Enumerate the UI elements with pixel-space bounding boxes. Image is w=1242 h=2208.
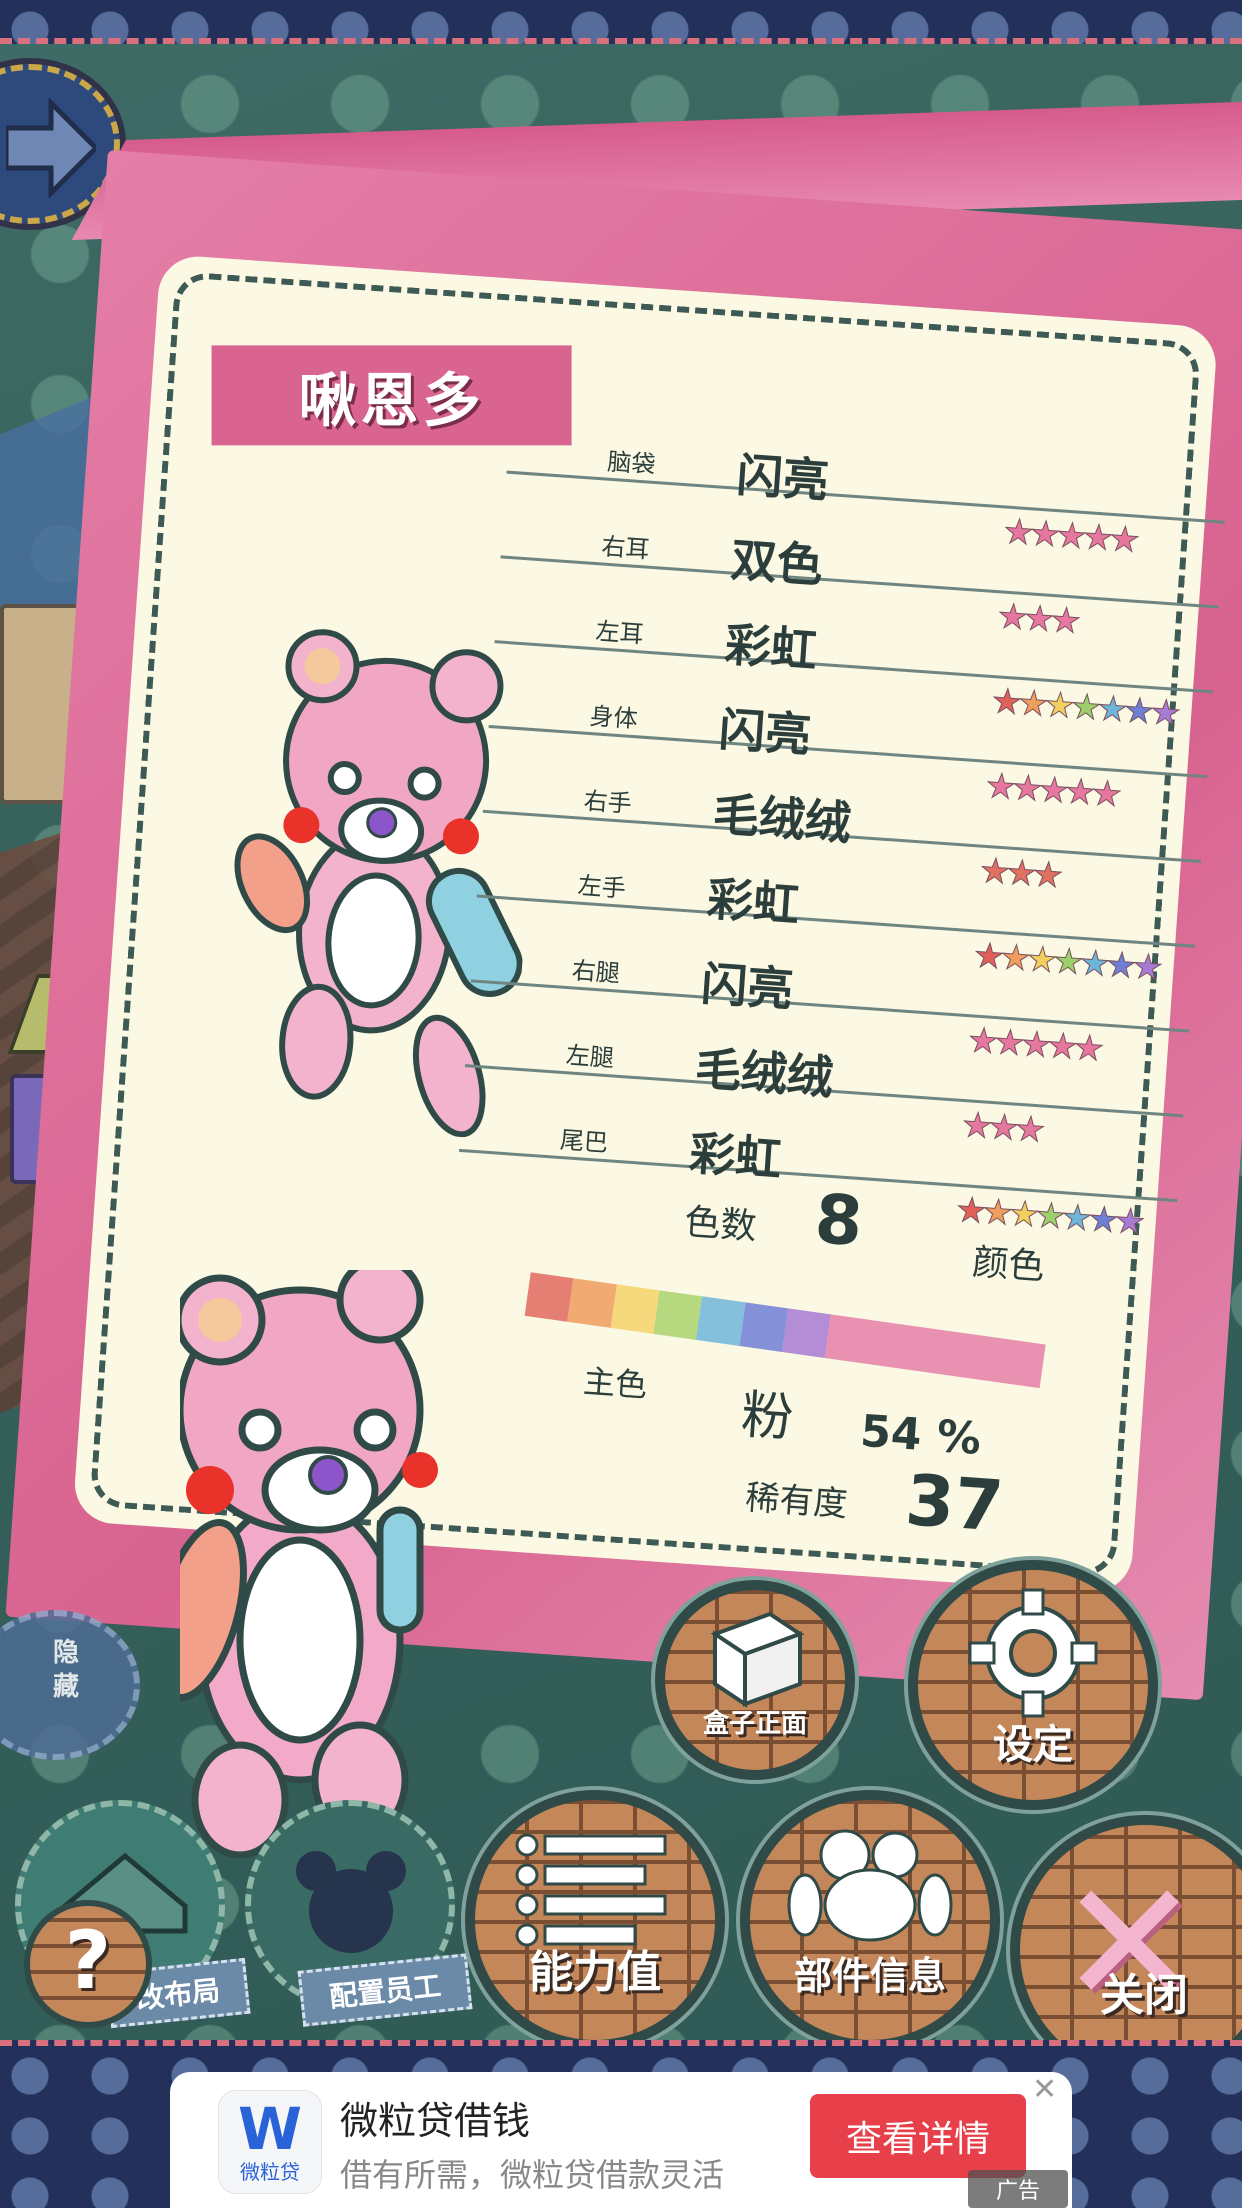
- list-icon: [515, 1833, 667, 1947]
- arrow-right-icon: [6, 98, 96, 198]
- parts-info-label: 部件信息: [793, 1954, 946, 1998]
- part-name: 左腿: [564, 1041, 615, 1073]
- hide-label: 隐藏: [52, 1638, 79, 1702]
- box-front-button[interactable]: 盒子正面: [655, 1580, 855, 1780]
- main-color-label: 主色: [581, 1362, 649, 1405]
- part-value: 彩虹: [723, 617, 819, 678]
- leader-line: [470, 979, 1190, 1033]
- top-border: [0, 0, 1242, 44]
- ad-logo-text: 微粒贷: [240, 2160, 300, 2184]
- leader-line: [488, 724, 1208, 779]
- part-value: 双色: [729, 532, 825, 593]
- ad-title: 微粒贷借钱: [340, 2099, 531, 2143]
- leader-line: [506, 470, 1225, 524]
- part-name: 右耳: [600, 532, 651, 564]
- leader-line: [500, 555, 1219, 609]
- leader-line: [494, 640, 1213, 694]
- staff-bear-icon: [296, 1851, 406, 1953]
- gear-icon: [968, 1588, 1098, 1718]
- character-name: 啾恩多: [211, 345, 572, 446]
- parts-info-button[interactable]: 部件信息: [740, 1790, 1000, 2050]
- settings-label: 设定: [993, 1722, 1073, 1768]
- rarity-value: 37: [902, 1459, 1006, 1548]
- bear-character-icon: [180, 1270, 438, 1859]
- main-color-value: 粉: [739, 1385, 796, 1449]
- part-name: 左手: [576, 871, 627, 903]
- parts-list: 脑袋 闪亮 ★★★★★ 右耳 双色 ★★★ 左耳 彩虹 ★★★★★★★ 身体 闪…: [458, 436, 1228, 1243]
- ad-close-icon[interactable]: ✕: [1032, 2072, 1057, 2107]
- part-name: 脑袋: [606, 447, 657, 479]
- color-section: 色数 8 颜色 主色 粉 54 % 稀有度 37: [516, 1180, 1155, 1548]
- box-front-label: 盒子正面: [702, 1709, 807, 1739]
- box-icon: [710, 1611, 805, 1708]
- close-label: 关闭: [1100, 1970, 1188, 2021]
- part-name: 右腿: [570, 956, 621, 988]
- color-count-label: 色数: [683, 1201, 758, 1248]
- ad-logo: W 微粒贷: [218, 2090, 322, 2194]
- part-value: 毛绒绒: [693, 1041, 835, 1105]
- part-value: 闪亮: [717, 702, 813, 763]
- part-value: 毛绒绒: [711, 786, 853, 851]
- part-name: 右手: [582, 786, 633, 819]
- ad-banner[interactable]: W 微粒贷 微粒贷借钱 借有所需，微粒贷借款灵活 查看详情 ✕: [170, 2072, 1072, 2208]
- rarity-label: 稀有度: [744, 1477, 849, 1525]
- part-name: 尾巴: [559, 1125, 609, 1158]
- stats-button[interactable]: 能力值: [465, 1790, 725, 2050]
- part-name: 左耳: [594, 617, 645, 649]
- parts-icon: [787, 1829, 953, 1942]
- part-name: 身体: [588, 702, 639, 734]
- main-color-percent: 54 %: [858, 1405, 983, 1465]
- ad-subtitle: 借有所需，微粒贷借款灵活: [340, 2156, 725, 2194]
- part-value: 闪亮: [735, 447, 831, 509]
- leader-line: [476, 894, 1196, 948]
- color-count: 8: [812, 1180, 866, 1263]
- part-value: 闪亮: [699, 956, 795, 1017]
- part-value: 彩虹: [705, 871, 801, 932]
- w-logo-icon: W: [238, 2095, 302, 2163]
- ad-tag: 广告: [968, 2170, 1068, 2208]
- part-value: 彩虹: [687, 1126, 784, 1187]
- stats-label: 能力值: [529, 1947, 661, 1998]
- bear-diagram-icon: [234, 629, 523, 1138]
- color-unit-label: 颜色: [971, 1242, 1046, 1288]
- ad-cta-button[interactable]: 查看详情: [810, 2094, 1026, 2178]
- settings-button[interactable]: 设定: [908, 1560, 1158, 1810]
- help-button[interactable]: ?: [24, 1900, 152, 2028]
